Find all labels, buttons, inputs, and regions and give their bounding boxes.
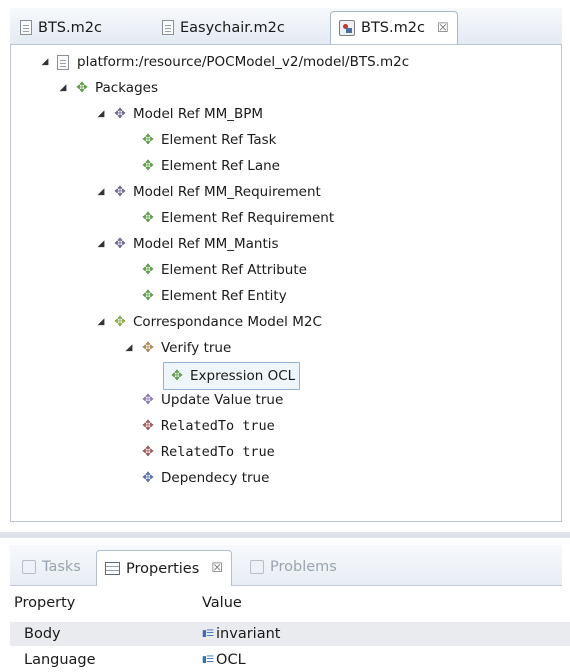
tree-label: Model Ref MM_BPM [133, 106, 264, 122]
expanded-arrow-icon[interactable]: ◢ [123, 343, 135, 353]
correspondence-icon: ✥ [114, 314, 126, 330]
tree-item-related-to[interactable]: ✥ RelatedTo true [135, 440, 275, 464]
tree-label: Expression OCL [190, 368, 296, 384]
property-value-text: invariant [216, 626, 281, 642]
tab-label: BTS.m2c [38, 19, 102, 36]
tree-label: RelatedTo true [161, 418, 275, 434]
tab-label: Easychair.m2c [180, 19, 285, 36]
tree-label: Element Ref Attribute [161, 262, 307, 278]
tree-item-update-value[interactable]: ✥ Update Value true [135, 388, 283, 412]
tree-item-packages[interactable]: ◢ ✥ Packages [57, 76, 158, 100]
tree-label: Element Ref Task [161, 132, 277, 148]
tree-item-model-ref[interactable]: ◢ ✥ Model Ref MM_BPM [95, 102, 264, 126]
model-ref-icon: ✥ [114, 236, 126, 252]
tree-item-model-ref[interactable]: ◢ ✥ Model Ref MM_Requirement [95, 180, 321, 204]
properties-icon [105, 562, 120, 575]
property-value[interactable]: ▮☰ invariant [202, 626, 280, 642]
file-icon [57, 54, 69, 70]
expanded-arrow-icon[interactable]: ◢ [39, 57, 51, 67]
tab-easychair-m2c[interactable]: Easychair.m2c [154, 12, 293, 43]
tree-item-resource[interactable]: ◢ platform:/resource/POCModel_v2/model/B… [39, 50, 410, 74]
close-icon[interactable]: ☒ [437, 21, 449, 36]
related-to-icon: ✥ [142, 444, 154, 460]
tree-label: RelatedTo true [161, 444, 275, 460]
tree-label: Element Ref Lane [161, 158, 280, 174]
tree-label: Update Value true [161, 392, 284, 408]
editor-tab-bar: BTS.m2c Easychair.m2c BTS.m2c ☒ [10, 8, 562, 45]
column-header-value[interactable]: Value [202, 595, 242, 611]
update-value-icon: ✥ [142, 392, 154, 408]
tab-tasks[interactable]: Tasks [14, 551, 89, 583]
tab-label: Problems [270, 559, 337, 575]
element-ref-icon: ✥ [142, 158, 154, 174]
properties-table-header: Property Value [10, 590, 570, 616]
model-ref-icon: ✥ [114, 184, 126, 200]
expanded-arrow-icon[interactable]: ◢ [95, 317, 107, 327]
property-row[interactable]: Body ▮☰ invariant [10, 622, 570, 646]
tab-problems[interactable]: Problems [242, 551, 345, 583]
tree-label: Element Ref Requirement [161, 210, 335, 226]
element-ref-icon: ✥ [142, 288, 154, 304]
expanded-arrow-icon[interactable]: ◢ [95, 109, 107, 119]
tree-item-element-ref[interactable]: ✥ Element Ref Lane [135, 154, 280, 178]
tree-label: Verify true [161, 340, 232, 356]
tab-bts-m2c-active[interactable]: BTS.m2c ☒ [330, 11, 458, 44]
tree-label: Model Ref MM_Mantis [133, 236, 279, 252]
tab-label: Tasks [42, 559, 81, 575]
pane-separator[interactable] [0, 532, 570, 538]
text-value-icon: ▮☰ [202, 629, 214, 639]
tree-label: Packages [95, 80, 158, 96]
property-row[interactable]: Language ▮☰ OCL [10, 648, 570, 672]
tree-label: Element Ref Entity [161, 288, 287, 304]
text-value-icon: ▮☰ [202, 655, 214, 665]
tree-item-element-ref[interactable]: ✥ Element Ref Attribute [135, 258, 307, 282]
expression-icon: ✥ [171, 368, 183, 384]
tree-label: platform:/resource/POCModel_v2/model/BTS… [77, 54, 410, 70]
expanded-arrow-icon[interactable]: ◢ [95, 187, 107, 197]
tree-item-model-ref[interactable]: ◢ ✥ Model Ref MM_Mantis [95, 232, 279, 256]
close-icon[interactable]: ☒ [211, 561, 223, 576]
package-icon: ✥ [76, 80, 88, 96]
related-to-icon: ✥ [142, 418, 154, 434]
tree-item-element-ref[interactable]: ✥ Element Ref Requirement [135, 206, 334, 230]
tab-label: BTS.m2c [361, 20, 425, 36]
model-ref-icon: ✥ [114, 106, 126, 122]
tree-item-element-ref[interactable]: ✥ Element Ref Entity [135, 284, 287, 308]
document-icon [162, 20, 174, 35]
element-ref-icon: ✥ [142, 262, 154, 278]
property-value[interactable]: ▮☰ OCL [202, 652, 246, 668]
dependency-icon: ✥ [142, 470, 154, 486]
model-tree-editor: ◢ platform:/resource/POCModel_v2/model/B… [10, 44, 562, 522]
tab-properties[interactable]: Properties ☒ [96, 550, 232, 586]
tab-bts-m2c-1[interactable]: BTS.m2c [12, 12, 110, 43]
tasks-icon [22, 560, 36, 574]
tree-label: Model Ref MM_Requirement [133, 184, 321, 200]
document-icon [20, 20, 32, 35]
problems-icon [250, 560, 264, 574]
tab-label: Properties [126, 560, 200, 577]
element-ref-icon: ✥ [142, 210, 154, 226]
tree-label: Correspondance Model M2C [133, 314, 322, 330]
tree-item-dependency[interactable]: ✥ Dependecy true [135, 466, 269, 490]
tree-label: Dependecy true [161, 470, 270, 486]
property-name: Language [24, 652, 96, 668]
views-tab-bar: Tasks Properties ☒ Problems [10, 545, 562, 586]
tree-item-element-ref[interactable]: ✥ Element Ref Task [135, 128, 276, 152]
property-name: Body [24, 626, 61, 642]
tree-item-related-to[interactable]: ✥ RelatedTo true [135, 414, 275, 438]
column-header-property[interactable]: Property [14, 595, 75, 611]
tree-item-correspondence-model[interactable]: ◢ ✥ Correspondance Model M2C [95, 310, 322, 334]
m2c-model-icon [339, 20, 355, 36]
expanded-arrow-icon[interactable]: ◢ [95, 239, 107, 249]
verify-icon: ✥ [142, 340, 154, 356]
property-value-text: OCL [216, 652, 246, 668]
expanded-arrow-icon[interactable]: ◢ [57, 83, 69, 93]
tree-item-verify[interactable]: ◢ ✥ Verify true [123, 336, 232, 360]
element-ref-icon: ✥ [142, 132, 154, 148]
tree-item-expression-selected[interactable]: ✥ Expression OCL [163, 362, 301, 390]
